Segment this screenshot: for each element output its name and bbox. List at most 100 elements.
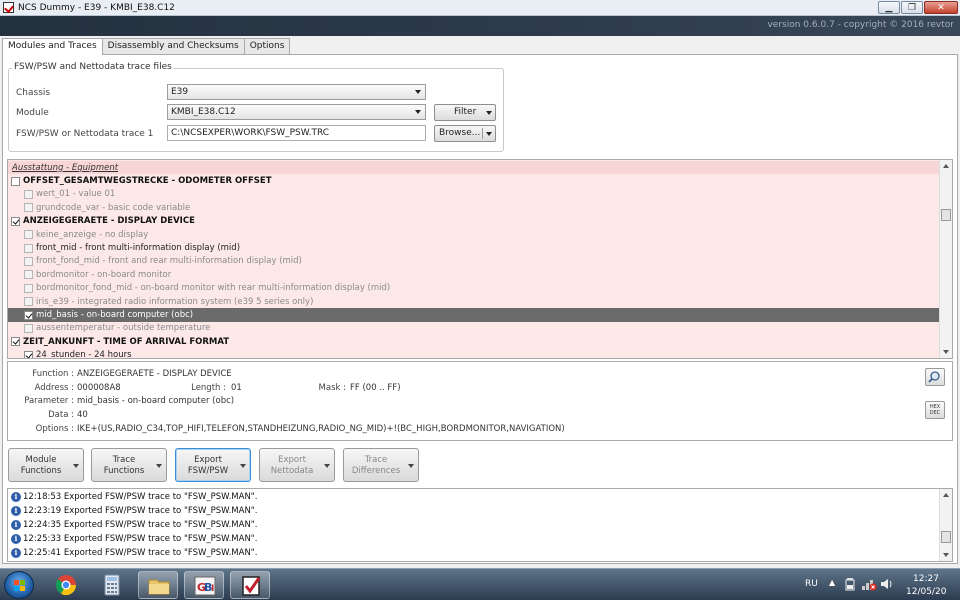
tree-row-label: aussentemperatur - outside temperature bbox=[36, 323, 211, 334]
button-label-line2: Nettodata bbox=[270, 466, 314, 476]
chrome-icon bbox=[55, 575, 77, 596]
scroll-up-icon[interactable] bbox=[943, 493, 949, 497]
info-icon: i bbox=[11, 533, 21, 544]
parameter-label: Parameter : bbox=[24, 396, 74, 406]
scroll-down-icon[interactable] bbox=[943, 350, 949, 354]
window-controls: ▁ ❐ ✕ bbox=[878, 1, 958, 14]
checkbox[interactable] bbox=[11, 337, 20, 347]
checkbox[interactable] bbox=[11, 176, 20, 186]
tree-option-row[interactable]: keine_anzeige - no display bbox=[8, 228, 939, 241]
details-panel: Function : ANZEIGEGERAETE - DISPLAY DEVI… bbox=[7, 361, 953, 441]
tree-option-row[interactable]: aussentemperatur - outside temperature bbox=[8, 322, 939, 335]
chevron-down-icon bbox=[486, 111, 492, 115]
tree-option-row[interactable]: wert_01 - value 01 bbox=[8, 188, 939, 201]
tree-header-equipment[interactable]: Ausstattung - Equipment bbox=[8, 161, 939, 175]
export-nettodata-button[interactable]: Export Nettodata bbox=[259, 448, 335, 482]
info-icon: i bbox=[11, 519, 21, 530]
tree-option-row[interactable]: bordmonitor_fond_mid - on-board monitor … bbox=[8, 282, 939, 295]
gbi-app-taskbar-button[interactable]: G B I bbox=[184, 571, 224, 599]
scroll-thumb[interactable] bbox=[941, 531, 951, 543]
tree-option-row[interactable]: front_fond_mid - front and rear multi-in… bbox=[8, 255, 939, 268]
module-value: KMBI_E38.C12 bbox=[171, 107, 236, 117]
module-select[interactable]: KMBI_E38.C12 bbox=[167, 104, 426, 120]
log-entry: i 12:18:53 Exported FSW/PSW trace to "FS… bbox=[11, 490, 257, 503]
tree-row-label: keine_anzeige - no display bbox=[36, 229, 149, 240]
tree-option-row[interactable]: front_mid - front multi-information disp… bbox=[8, 241, 939, 254]
windows-logo-icon bbox=[14, 580, 26, 592]
tree-option-row-selected[interactable]: mid_basis - on-board computer (obc) bbox=[8, 308, 939, 322]
checkbox[interactable] bbox=[24, 350, 33, 358]
checkbox[interactable] bbox=[24, 297, 33, 307]
log-entry: i 12:25:41 Exported FSW/PSW trace to "FS… bbox=[11, 546, 257, 559]
volume-icon[interactable] bbox=[880, 577, 894, 591]
address-label: Address : bbox=[34, 383, 74, 393]
tree-group-row[interactable]: ANZEIGEGERAETE - DISPLAY DEVICE bbox=[8, 215, 939, 228]
search-button[interactable] bbox=[925, 368, 945, 386]
checkbox[interactable] bbox=[24, 256, 33, 266]
export-fsw-psw-button[interactable]: Export FSW/PSW bbox=[175, 448, 251, 482]
tree-option-row[interactable]: 24_stunden - 24 hours bbox=[8, 349, 939, 358]
chassis-label: Chassis bbox=[16, 88, 51, 98]
hex-dec-toggle-button[interactable]: HEX DEC bbox=[925, 401, 945, 419]
tab-disassembly-and-checksums[interactable]: Disassembly and Checksums bbox=[101, 38, 245, 54]
scroll-up-icon[interactable] bbox=[943, 164, 949, 168]
calculator-taskbar-button[interactable] bbox=[92, 571, 132, 599]
button-label-line2: FSW/PSW bbox=[187, 466, 229, 476]
button-label-line2: Differences bbox=[351, 466, 401, 476]
tree-option-row[interactable]: grundcode_var - basic code variable bbox=[8, 201, 939, 214]
minimize-button[interactable]: ▁ bbox=[878, 1, 900, 14]
checkbox[interactable] bbox=[24, 189, 33, 199]
chassis-value: E39 bbox=[171, 87, 189, 97]
mask-value: FF (00 .. FF) bbox=[350, 383, 401, 393]
function-value: ANZEIGEGERAETE - DISPLAY DEVICE bbox=[77, 369, 232, 379]
log-scrollbar[interactable] bbox=[939, 489, 952, 561]
log-entry: i 12:23:19 Exported FSW/PSW trace to "FS… bbox=[11, 504, 257, 517]
search-icon bbox=[928, 371, 940, 383]
clock-time[interactable]: 12:27 bbox=[913, 574, 939, 584]
trace-functions-button[interactable]: Trace Functions bbox=[91, 448, 167, 482]
ncs-dummy-taskbar-button[interactable] bbox=[230, 571, 270, 599]
checkbox[interactable] bbox=[24, 270, 33, 280]
hex-dec-icon: HEX DEC bbox=[929, 404, 941, 416]
tree-group-row[interactable]: OFFSET_GESAMTWEGSTRECKE - ODOMETER OFFSE… bbox=[8, 174, 939, 187]
scroll-thumb[interactable] bbox=[941, 209, 951, 221]
chassis-select[interactable]: E39 bbox=[167, 84, 426, 100]
trace-differences-button[interactable]: Trace Differences bbox=[343, 448, 419, 482]
tree-row-label: mid_basis - on-board computer (obc) bbox=[36, 310, 194, 321]
restore-button[interactable]: ❐ bbox=[901, 1, 923, 14]
file-explorer-taskbar-button[interactable] bbox=[138, 571, 178, 599]
tree-group-row[interactable]: ZEIT_ANKUNFT - TIME OF ARRIVAL FORMAT bbox=[8, 335, 939, 348]
clock-date[interactable]: 12/05/20 bbox=[906, 587, 946, 597]
browse-button[interactable]: Browse... bbox=[434, 125, 496, 142]
checkbox[interactable] bbox=[24, 310, 33, 320]
tree-scrollbar[interactable] bbox=[939, 160, 952, 358]
button-label-line2: Functions bbox=[20, 466, 62, 476]
close-button[interactable]: ✕ bbox=[924, 1, 958, 14]
options-label: Options : bbox=[35, 424, 74, 434]
tree-option-row[interactable]: bordmonitor - on-board monitor bbox=[8, 268, 939, 281]
tab-options[interactable]: Options bbox=[243, 38, 291, 54]
scroll-down-icon[interactable] bbox=[943, 553, 949, 557]
tab-modules-and-traces[interactable]: Modules and Traces bbox=[2, 38, 103, 55]
show-hidden-icons-icon[interactable]: ▲ bbox=[829, 578, 835, 587]
windows-start-button[interactable] bbox=[4, 571, 34, 599]
checkbox[interactable] bbox=[24, 283, 33, 293]
tree-option-row[interactable]: iris_e39 - integrated radio information … bbox=[8, 295, 939, 308]
network-disconnected-icon[interactable] bbox=[861, 577, 877, 591]
checkbox[interactable] bbox=[11, 216, 20, 226]
svg-text:I: I bbox=[211, 584, 214, 594]
trace-file-input[interactable]: C:\NCSEXPER\WORK\FSW_PSW.TRC bbox=[167, 125, 426, 141]
language-indicator[interactable]: RU bbox=[805, 579, 818, 589]
battery-icon[interactable] bbox=[844, 577, 856, 591]
checkbox[interactable] bbox=[24, 203, 33, 213]
tree-row-label: front_fond_mid - front and rear multi-in… bbox=[36, 256, 302, 267]
checkbox[interactable] bbox=[24, 230, 33, 240]
module-functions-button[interactable]: Module Functions bbox=[8, 448, 84, 482]
filter-button[interactable]: Filter bbox=[434, 104, 496, 121]
coding-tree[interactable]: Ausstattung - Equipment OFFSET_GESAMTWEG… bbox=[7, 159, 953, 359]
checkbox[interactable] bbox=[24, 243, 33, 253]
chrome-taskbar-button[interactable] bbox=[46, 571, 86, 599]
checkbox[interactable] bbox=[24, 323, 33, 333]
button-label-line1: Export bbox=[194, 455, 222, 465]
trace-files-group-title: FSW/PSW and Nettodata trace files bbox=[12, 62, 174, 72]
